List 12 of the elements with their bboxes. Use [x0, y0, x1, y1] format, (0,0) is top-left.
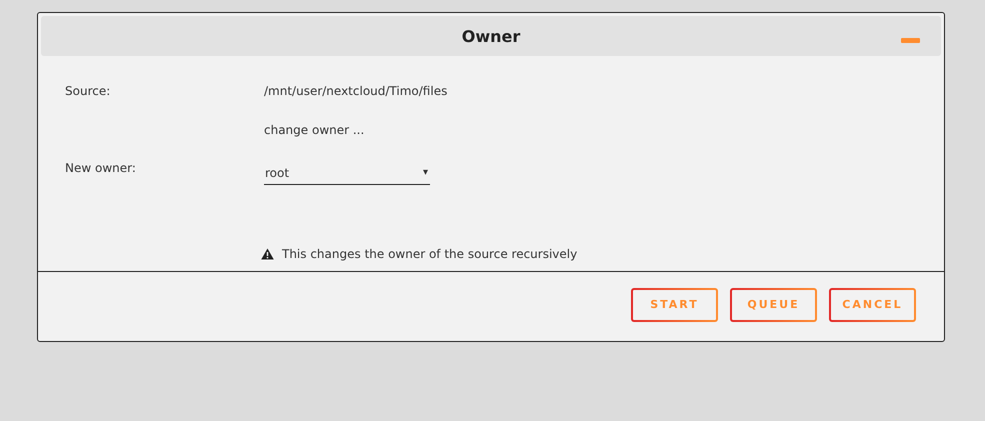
field-label: New owner: [65, 161, 136, 176]
owner-dropdown[interactable]: root ▾ [264, 161, 430, 186]
minimize-button[interactable] [901, 38, 920, 43]
action-button[interactable]: CANCEL [829, 288, 916, 322]
action-button[interactable]: START [631, 288, 718, 322]
action-button[interactable]: QUEUE [730, 288, 817, 322]
field-label: Source: [65, 84, 110, 98]
warning-icon [261, 248, 274, 260]
field-value: /mnt/user/nextcloud/Timo/files [264, 84, 448, 98]
dialog-title: Owner [462, 26, 520, 46]
warning-text: This changes the owner of the source recursively [282, 246, 578, 260]
field-value: change owner ... [264, 122, 364, 137]
